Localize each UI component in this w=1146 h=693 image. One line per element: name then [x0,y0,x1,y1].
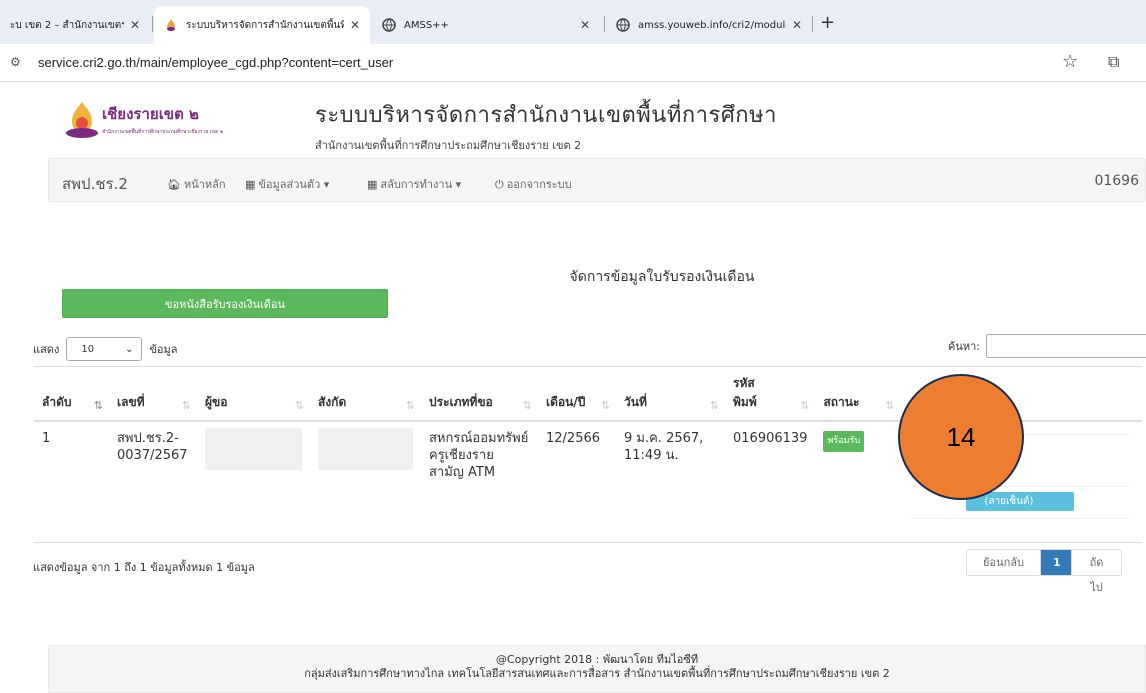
nav-home[interactable]: 🏠︎ หน้าหลัก [167,175,226,193]
column-header[interactable]: รหัสพิมพ์ ⇅ [725,366,816,422]
power-icon: ⏻ [495,178,504,191]
logo-text: เชียงรายเขต ๒ สำนักงานเขตพื้นที่การศึกษา… [102,102,223,136]
search-control: ค้นหา: [948,334,1146,358]
sort-icon: ⇅ [600,398,610,412]
close-icon[interactable]: ✕ [792,18,802,32]
column-header[interactable]: วันที่ ⇅ [616,366,725,422]
step-number-callout: 14 [898,374,1024,500]
tab-title: AMSS++ [404,19,449,31]
logo-main-text: เชียงรายเขต ๒ [102,105,199,123]
globe-icon [382,18,396,32]
chevron-down-icon: ⌄ [124,343,134,355]
page-length-select[interactable]: 10 ⌄ [66,337,143,361]
page-footer: @Copyright 2018 : พัฒนาโดย ทีมไอซีที กลุ… [48,645,1146,693]
search-label: ค้นหา: [948,340,981,353]
sort-icon: ⇅ [93,398,103,412]
globe-icon [616,18,630,32]
sort-icon: ⇅ [800,398,810,412]
page-gutter [0,82,18,693]
tab-title: amss.youweb.info/cri2/modules [638,19,786,31]
column-header[interactable]: เดือน/ปี ⇅ [538,366,616,422]
logo-icon [66,102,98,138]
status-badge: พร้อมรับ [823,430,865,452]
url-field[interactable]: service.cri2.go.th/main/employee_cgd.php… [38,55,393,70]
page-length-control: แสดง 10 ⌄ ข้อมูล [33,337,177,361]
close-icon[interactable]: ✕ [580,18,590,32]
cell-print-code: 016906139 [725,420,816,543]
cell-month-year: 12/2566 [538,420,616,543]
browser-tab[interactable]: AMSS++ ✕ [372,10,600,40]
cell-affiliation [310,420,421,543]
pagination: ย้อนกลับ 1 ถัดไป [966,549,1122,594]
flame-icon [167,19,175,31]
cell-doc-no: สพป.ชร.2-0037/2567 [109,420,197,543]
nav-logout[interactable]: ⏻ ออกจากระบบ [495,175,572,193]
logo-sub-text: สำนักงานเขตพื้นที่การศึกษาประถมศึกษาเชีย… [102,129,224,135]
browser-tab[interactable]: amss.youweb.info/cri2/modules ✕ [606,10,812,40]
divider [910,517,1130,519]
close-icon[interactable]: ✕ [130,18,140,32]
section-title: จัดการข้อมูลใบรับรองเงินเดือน [569,269,755,285]
footer-org: กลุ่มส่งเสริมการศึกษาทางไกล เทคโนโลยีสาร… [304,667,890,680]
main-navbar: สพป.ชร.2 🏠︎ หน้าหลัก ▦ ข้อมูลส่วนตัว ▾ ▦ สล… [48,158,1146,202]
browser-tab-active[interactable]: ระบบบริหารจัดการสำนักงานเขตพื้นที่ ✕ [154,6,370,44]
redacted-block [205,427,302,470]
cell-date: 9 ม.ค. 2567, 11:49 น. [616,420,725,543]
nav-switch-label: สลับการทำงาน ▾ [380,178,462,191]
address-bar: ⚙ service.cri2.go.th/main/employee_cgd.p… [0,44,1146,82]
page-length-value: 10 [81,343,95,355]
sort-icon: ⇅ [709,398,719,412]
navbar-brand[interactable]: สพป.ชร.2 [62,172,128,196]
column-header[interactable]: สังกัด ⇅ [310,366,421,422]
sort-icon: ⇅ [885,398,895,412]
footer-copyright: @Copyright 2018 : พัฒนาโดย ทีมไอซีที [495,653,699,666]
tab-separator [604,16,605,32]
browser-tab-bar: ะบ เขต 2 – สำนักงานเขตฯ ✕ ระบบบริหารจัดก… [0,0,1146,44]
search-input[interactable] [986,334,1146,358]
column-header[interactable]: ลำดับ ⇅ [34,366,109,422]
site-settings-icon[interactable]: ⚙ [10,55,21,69]
sort-icon: ⇅ [294,398,304,412]
tab-title: ะบ เขต 2 – สำนักงานเขตฯ [10,19,124,31]
tab-separator [152,16,153,32]
new-tab-icon[interactable]: + [820,12,835,33]
column-header[interactable]: สถานะ ⇅ [815,366,901,422]
column-header[interactable]: เลขที่ ⇅ [109,366,197,422]
table-info: แสดงข้อมูล จาก 1 ถึง 1 ข้อมูลทั้งหมด 1 ข… [33,561,255,574]
nav-switch[interactable]: ▦ สลับการทำงาน ▾ [367,175,461,193]
extensions-icon[interactable]: ⧉ [1108,52,1119,72]
next-page-button[interactable]: ถัดไป [1071,550,1121,594]
cell-requester [197,420,310,543]
sort-icon: ⇅ [181,398,191,412]
cell-status: พร้อมรับ [815,420,901,543]
cell-no: 1 [34,420,109,543]
tab-separator [812,16,813,32]
request-certificate-button[interactable]: ขอหนังสือรับรองเงินเดือน [62,289,388,318]
cell-type: สหกรณ์ออมทรัพย์ครูเชียงราย สามัญ ATM [421,420,538,543]
nav-personal[interactable]: ▦ ข้อมูลส่วนตัว ▾ [245,175,329,193]
grid-icon: ▦ [245,178,256,191]
bookmark-star-icon[interactable]: ☆ [1062,51,1078,72]
redacted-block [318,427,413,470]
close-icon[interactable]: ✕ [350,18,360,32]
nav-home-label: หน้าหลัก [183,178,226,191]
site-title: ระบบบริหารจัดการสำนักงานเขตพื้นที่การศึก… [315,103,777,128]
nav-logout-label: ออกจากระบบ [506,178,572,191]
tab-title: ระบบบริหารจัดการสำนักงานเขตพื้นที่ [186,19,344,31]
grid-icon: ▦ [367,178,378,191]
prev-page-button[interactable]: ย้อนกลับ [967,550,1041,575]
browser-tab[interactable]: ะบ เขต 2 – สำนักงานเขตฯ ✕ [0,10,150,40]
nav-personal-label: ข้อมูลส่วนตัว ▾ [258,178,330,191]
sort-icon: ⇅ [405,398,415,412]
site-subtitle: สำนักงานเขตพื้นที่การศึกษาประถมศึกษาเชีย… [315,139,582,152]
show-label: แสดง [33,343,60,356]
sort-icon: ⇅ [522,398,532,412]
user-code: 01696 [1094,173,1139,189]
column-header[interactable]: ผู้ขอ ⇅ [197,366,310,422]
page-1-button[interactable]: 1 [1041,550,1071,575]
column-header[interactable]: ประเภทที่ขอ ⇅ [421,366,538,422]
home-icon: 🏠︎ [167,178,181,191]
entries-label: ข้อมูล [149,343,178,356]
